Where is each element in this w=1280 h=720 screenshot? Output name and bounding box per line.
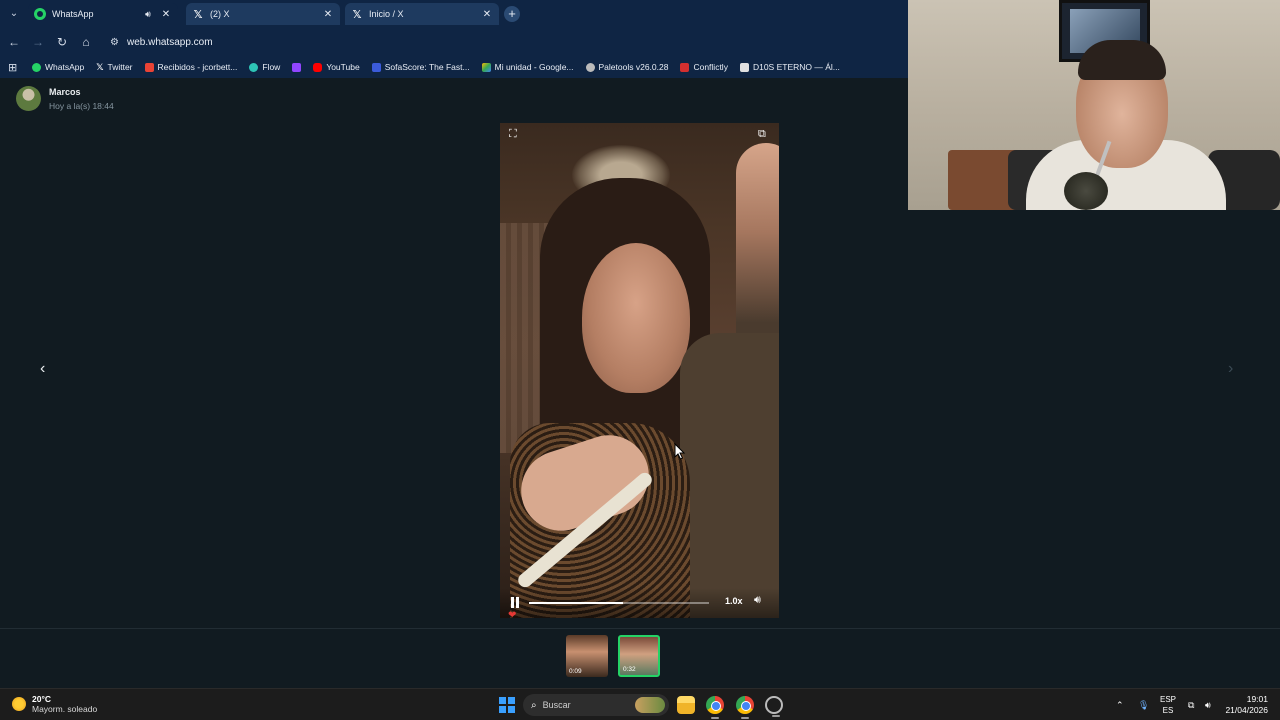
search-icon: ⌕ [531,699,537,711]
back-arrow-icon[interactable]: ← [6,34,22,50]
bookmark-twitch[interactable] [292,62,302,72]
url-text: web.whatsapp.com [126,36,213,48]
bookmark-whatsapp[interactable]: WhatsApp [32,62,84,72]
tab-x-home[interactable]: 𝕏 Inicio / X ✕ [345,3,499,25]
gmail-icon [144,62,154,72]
network-icon[interactable]: ⧉ [1188,689,1194,720]
video-controls: 1.0x 🔊︎ [500,588,779,618]
heart-reaction-icon[interactable]: ❤ [508,610,516,621]
taskbar-search[interactable]: ⌕ Buscar [523,694,669,716]
status-thumbnail-selected[interactable]: 0:32 [618,635,660,677]
flow-icon [249,62,259,72]
bookmark-google-drive[interactable]: Mi unidad - Google... [481,62,574,72]
apps-grid-icon[interactable]: ⊞ [8,61,20,74]
whatsapp-icon [32,62,41,72]
bookmark-sofascore[interactable]: SofaScore: The Fast... [371,62,470,72]
speaker-icon[interactable]: 🔊︎ [142,9,154,20]
temperature: 20°C [32,694,51,704]
tab-title: Inicio / X [369,9,404,19]
weather-condition: Mayorm. soleado [32,704,98,714]
x-icon: 𝕏 [193,8,203,21]
twitch-icon [292,62,302,72]
bookmark-conflictly[interactable]: Conflictly [680,62,728,72]
tab-title: (2) X [210,9,230,19]
fullscreen-icon[interactable]: ⛶ [509,128,517,141]
file-explorer-icon[interactable] [677,696,695,714]
close-tab-icon[interactable]: ✕ [322,9,334,20]
playback-speed-button[interactable]: 1.0x [725,596,743,606]
tab-x-notifications[interactable]: 𝕏 (2) X ✕ [186,3,340,25]
windows-start-icon[interactable] [499,697,515,713]
browser-toolbar: ← → ↻ ⌂ ⚙︎ web.whatsapp.com [0,28,908,56]
globe-icon [585,62,595,72]
bookmark-twitter[interactable]: 𝕏 Twitter [96,62,132,73]
contact-name: Marcos [49,87,81,97]
google-drive-icon [481,62,491,72]
search-highlight-image [635,697,665,713]
bookmark-gmail[interactable]: Recibidos - jcorbett... [144,62,237,72]
avatar[interactable] [16,86,41,111]
obs-icon[interactable] [765,696,783,717]
microphone-icon[interactable]: 🎙︎ [1138,689,1149,720]
status-video[interactable]: ⛶ ⧉ 1.0x 🔊︎ [500,123,779,618]
site-settings-icon[interactable]: ⚙︎ [110,37,119,48]
address-bar[interactable]: ⚙︎ web.whatsapp.com [104,32,904,52]
tab-title: WhatsApp [52,9,94,19]
previous-status-chevron-icon[interactable]: ‹ [40,360,45,378]
page-icon [739,62,749,72]
status-thumbnail[interactable]: 0:09 [566,635,608,677]
conflictly-icon [680,62,690,72]
forward-arrow-icon[interactable]: → [30,34,46,50]
reload-icon[interactable]: ↻ [54,34,70,50]
tab-whatsapp[interactable]: WhatsApp 🔊︎ ✕ [28,3,178,25]
tab-strip: ⌄ WhatsApp 🔊︎ ✕ 𝕏 (2) X ✕ 𝕏 Inicio / X ✕… [0,0,908,28]
sofascore-icon [371,62,381,72]
picture-in-picture-icon[interactable]: ⧉ [758,128,766,141]
x-icon: 𝕏 [96,61,104,72]
whatsapp-icon [34,8,46,20]
next-status-chevron-icon[interactable]: › [1228,360,1233,378]
bookmark-paletools[interactable]: Paletools v26.0.28 [585,62,668,72]
search-label: Buscar [542,700,571,710]
progress-bar[interactable] [529,602,709,604]
show-hidden-icons-chevron-icon[interactable]: ⌃ [1116,689,1124,720]
progress-fill [529,602,623,604]
webcam-overlay [908,0,1280,210]
system-clock[interactable]: 19:01 21/04/2026 [1225,694,1268,716]
volume-icon[interactable]: 🔊︎ [754,594,761,607]
home-icon[interactable]: ⌂ [78,34,94,50]
bookmark-flow[interactable]: Flow [249,62,280,72]
weather-widget[interactable]: 20°C Mayorm. soleado [12,694,97,714]
pause-icon[interactable] [510,597,520,608]
mouse-cursor-icon [674,443,686,460]
status-timestamp: Hoy a la(s) 18:44 [49,101,114,111]
new-tab-button[interactable]: + [504,6,520,22]
close-tab-icon[interactable]: ✕ [160,9,172,20]
volume-icon[interactable]: 🔊︎ [1205,689,1211,720]
x-icon: 𝕏 [352,8,362,21]
youtube-icon [313,62,323,72]
chrome-profile-icon[interactable] [736,696,754,719]
bookmark-d10s-eterno[interactable]: D10S ETERNO — Ál... [739,62,840,72]
chrome-icon[interactable] [706,696,724,719]
bookmarks-bar: ⊞ WhatsApp 𝕏 Twitter Recibidos - jcorbett… [0,56,908,78]
language-indicator[interactable]: ESP ES [1160,694,1176,716]
status-header[interactable]: Marcos Hoy a la(s) 18:44 [16,86,114,111]
weather-sun-icon [12,697,26,711]
close-tab-icon[interactable]: ✕ [481,9,493,20]
tab-search-chevron-icon[interactable]: ⌄ [6,6,22,22]
windows-taskbar: 20°C Mayorm. soleado ⌕ Buscar ⌃ 🎙︎ ESP E… [0,688,1280,720]
divider [0,628,1280,629]
bookmark-youtube[interactable]: YouTube [313,62,360,72]
